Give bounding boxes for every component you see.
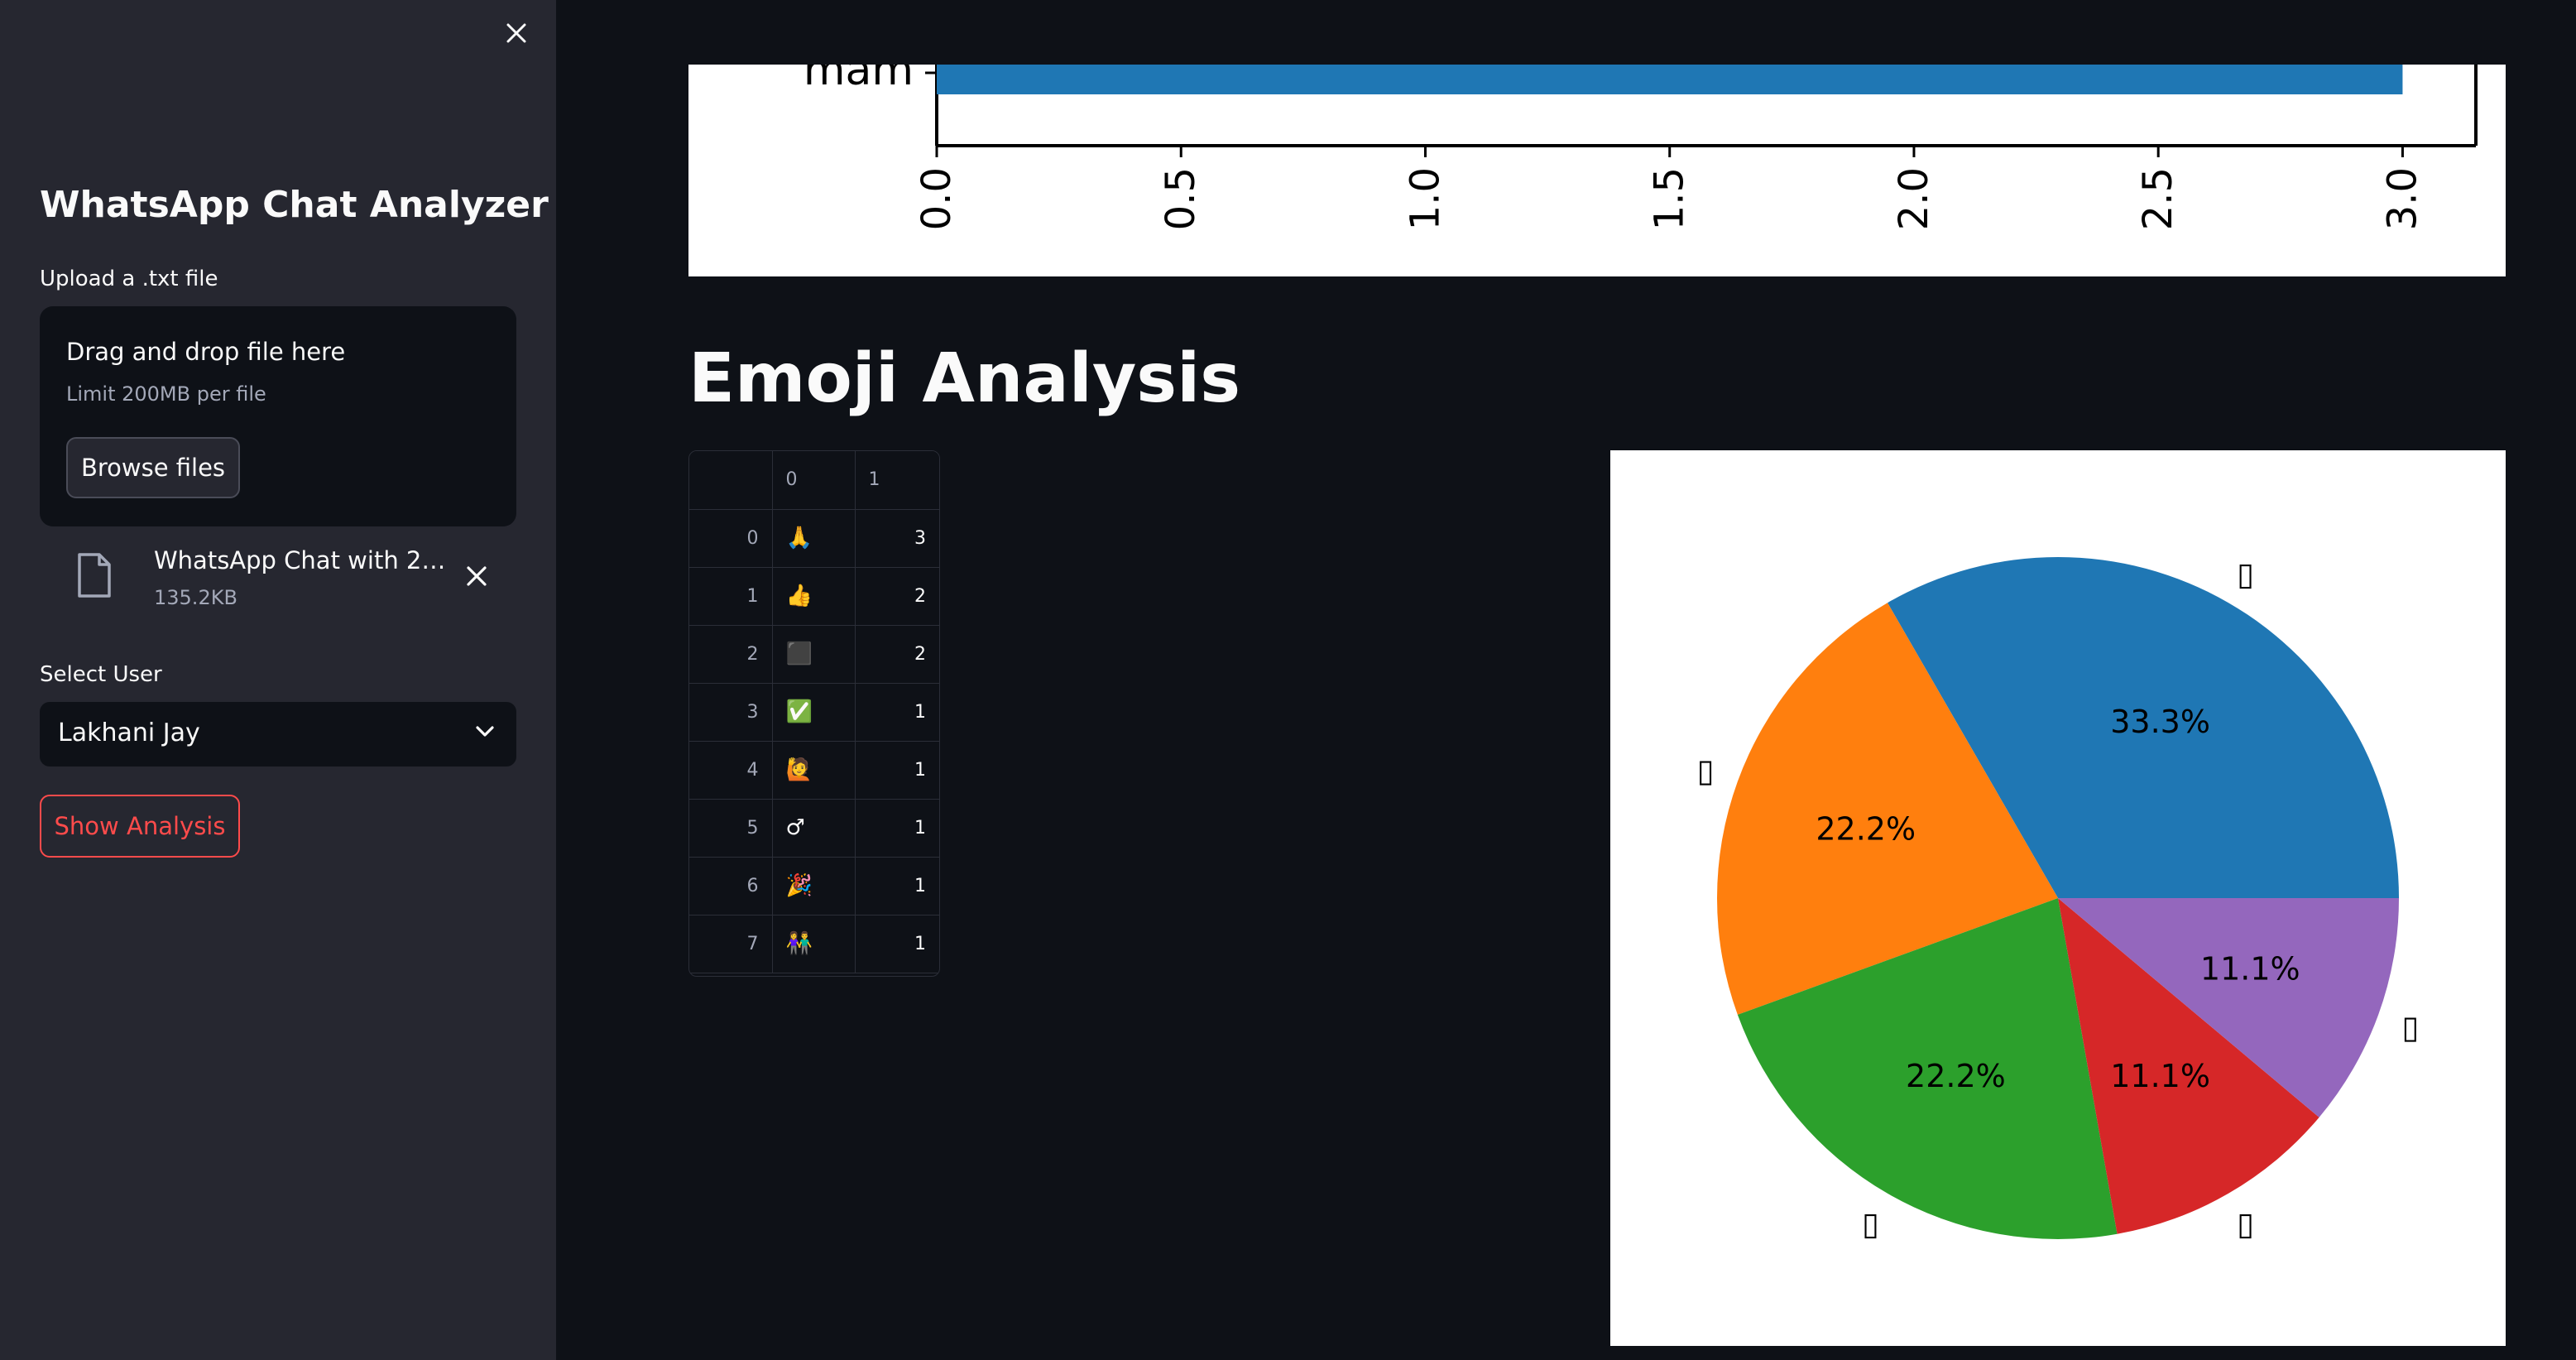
pie-percent-label: 22.2% — [1906, 1058, 2006, 1094]
emoji-cell: ✅ — [772, 683, 856, 742]
dropzone-limit: Limit 200MB per file — [66, 382, 266, 406]
x-tick-label: 2.0 — [1891, 167, 1937, 230]
count-cell: 1 — [855, 741, 939, 800]
uploaded-file: WhatsApp Chat with 20C... 135.2KB — [40, 541, 516, 621]
file-name: WhatsApp Chat with 20C... — [154, 546, 452, 574]
close-icon — [506, 23, 526, 43]
dropzone-title: Drag and drop file here — [66, 338, 346, 366]
pie-label: ▯ — [1862, 1205, 1879, 1242]
count-cell: 1 — [855, 683, 939, 742]
file-dropzone[interactable]: Drag and drop file here Limit 200MB per … — [40, 306, 516, 526]
browse-files-button[interactable]: Browse files — [66, 437, 240, 498]
count-cell: 1 — [855, 857, 939, 915]
pie-percent-label: 11.1% — [2200, 951, 2300, 988]
column-header[interactable]: 0 — [772, 451, 856, 510]
emoji-cell: 🙏 — [772, 509, 856, 568]
pie-percent-label: 22.2% — [1816, 810, 1916, 847]
pie-label: ▯ — [2237, 556, 2254, 593]
remove-file-button[interactable] — [460, 560, 493, 593]
bar-chart: mam 0.0 0.5 1.0 1.5 2.0 2.5 3.0 — [688, 46, 2506, 276]
column-header[interactable]: 1 — [855, 451, 939, 510]
table-row: 7 👫 1 — [689, 915, 939, 973]
table-row: 2 ⬛ 2 — [689, 625, 939, 684]
x-tick-label: 0.0 — [914, 167, 960, 230]
emoji-cell: 🙋 — [772, 741, 856, 800]
emoji-cell: 🎉 — [772, 857, 856, 915]
y-tick-label: mam — [804, 65, 914, 95]
show-analysis-button[interactable]: Show Analysis — [40, 795, 240, 858]
pie-chart: 33.3% ▯ 22.2% ▯ 22.2% ▯ 11.1% ▯ 11.1% ▯ — [1610, 450, 2506, 1346]
sidebar: WhatsApp Chat Analyzer Upload a .txt fil… — [0, 0, 556, 1360]
app-title: WhatsApp Chat Analyzer — [40, 184, 549, 226]
count-cell: 2 — [855, 567, 939, 626]
file-size: 135.2KB — [154, 586, 237, 609]
row-index: 6 — [689, 857, 773, 915]
row-index: 3 — [689, 683, 773, 742]
emoji-cell: ⬛ — [772, 625, 856, 684]
count-cell: 2 — [855, 625, 939, 684]
chevron-down-icon — [476, 726, 494, 737]
bar — [937, 65, 2403, 94]
emoji-cell: ♂ — [772, 799, 856, 858]
table-header-row: 0 1 — [689, 451, 939, 510]
x-tick-label: 3.0 — [2379, 167, 2425, 230]
table-row: 5 ♂ 1 — [689, 799, 939, 858]
row-index: 1 — [689, 567, 773, 626]
count-cell: 1 — [855, 799, 939, 858]
close-icon — [467, 566, 487, 586]
count-cell: 3 — [855, 509, 939, 568]
row-index: 0 — [689, 509, 773, 568]
pie-percent-label: 11.1% — [2110, 1058, 2210, 1094]
x-tick-label: 0.5 — [1158, 167, 1204, 230]
table-row: 3 ✅ 1 — [689, 683, 939, 742]
pie-label: ▯ — [2401, 1009, 2419, 1045]
file-icon — [78, 553, 111, 598]
table-row: 6 🎉 1 — [689, 857, 939, 915]
table-row: 0 🙏 3 — [689, 509, 939, 568]
pie-percent-label: 33.3% — [2110, 704, 2210, 740]
row-index: 4 — [689, 741, 773, 800]
pie-label: ▯ — [1697, 752, 1715, 789]
x-tick-label: 2.5 — [2135, 167, 2181, 230]
emoji-cell: 👫 — [772, 915, 856, 973]
upload-label: Upload a .txt file — [40, 267, 218, 291]
select-user-label: Select User — [40, 662, 162, 687]
table-row: 1 👍 2 — [689, 567, 939, 626]
user-select[interactable]: Lakhani Jay — [40, 702, 516, 767]
index-column-header — [689, 451, 773, 510]
close-sidebar-button[interactable] — [500, 17, 533, 50]
pie-label: ▯ — [2237, 1205, 2254, 1242]
x-tick-label: 1.0 — [1402, 167, 1448, 230]
row-index: 5 — [689, 799, 773, 858]
emoji-analysis-heading: Emoji Analysis — [688, 339, 1241, 418]
count-cell: 1 — [855, 915, 939, 973]
x-tick-label: 1.5 — [1647, 167, 1693, 230]
user-select-value: Lakhani Jay — [58, 718, 200, 747]
row-index: 7 — [689, 915, 773, 973]
table-row: 4 🙋 1 — [689, 741, 939, 800]
bar-chart-svg: mam 0.0 0.5 1.0 1.5 2.0 2.5 3.0 — [804, 46, 2478, 230]
emoji-cell: 👍 — [772, 567, 856, 626]
row-index: 2 — [689, 625, 773, 684]
pie-chart-svg: 33.3% ▯ 22.2% ▯ 22.2% ▯ 11.1% ▯ 11.1% ▯ — [1697, 556, 2420, 1242]
emoji-table[interactable]: 0 1 0 🙏 3 1 👍 2 2 ⬛ 2 3 ✅ 1 4 🙋 1 5 ♂ 1 … — [688, 450, 940, 977]
